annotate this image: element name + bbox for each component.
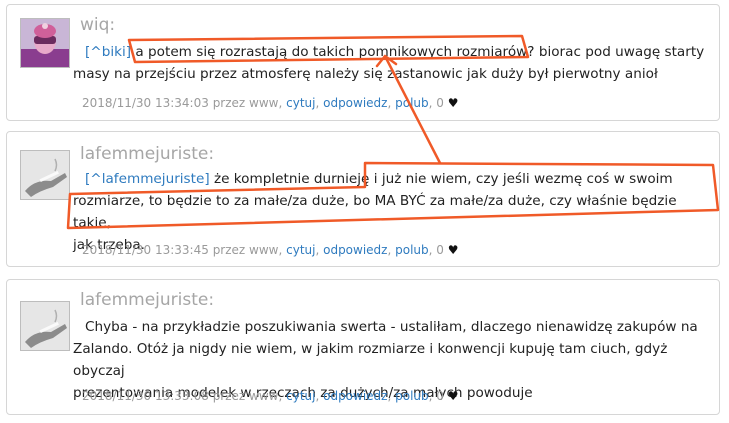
like-count: 0: [436, 96, 444, 110]
comment-text-line: masy na przejściu przez atmosferę należy…: [73, 66, 658, 82]
comment-text-line: a potem się rozrastają do takich pomniko…: [135, 44, 705, 60]
timestamp: 2018/11/30 13:33:45 przez www,: [82, 243, 283, 257]
reply-link[interactable]: odpowiedz: [323, 243, 387, 257]
reply-link[interactable]: odpowiedz: [323, 389, 387, 403]
comment-text-line: Chyba - na przykładzie poszukiwania swer…: [85, 319, 698, 335]
comment-meta: 2018/11/30 13:34:03 przez www, cytuj, od…: [82, 96, 459, 110]
avatar[interactable]: [20, 301, 70, 351]
like-count: 0: [436, 243, 444, 257]
heart-icon: ♥: [447, 96, 459, 110]
timestamp: 2018/11/30 13:33:08 przez www,: [82, 389, 283, 403]
reply-link[interactable]: odpowiedz: [323, 96, 387, 110]
quote-link[interactable]: cytuj: [286, 243, 315, 257]
comment-card-1: wiq: [^biki] a potem się rozrastają do t…: [6, 4, 720, 121]
comment-meta: 2018/11/30 13:33:45 przez www, cytuj, od…: [82, 243, 459, 257]
like-link[interactable]: polub: [395, 243, 429, 257]
like-link[interactable]: polub: [395, 96, 429, 110]
user-photo-icon: [21, 302, 69, 350]
comment-meta: 2018/11/30 13:33:08 przez www, cytuj, od…: [82, 389, 459, 403]
heart-icon: ♥: [447, 243, 459, 257]
avatar[interactable]: [20, 18, 70, 68]
like-count: 0: [436, 389, 444, 403]
avatar[interactable]: [20, 150, 70, 200]
quote-link[interactable]: cytuj: [286, 96, 315, 110]
heart-icon: ♥: [447, 389, 459, 403]
comment-body: [^biki] a potem się rozrastają do takich…: [73, 41, 707, 85]
comment-card-2: lafemmejuriste: [^lafemmejuriste] że kom…: [6, 131, 720, 267]
reply-to-link[interactable]: [^biki]: [85, 44, 131, 60]
username[interactable]: lafemmejuriste:: [80, 290, 214, 310]
quote-link[interactable]: cytuj: [286, 389, 315, 403]
username[interactable]: wiq:: [80, 15, 115, 35]
comment-text-line: rozmiarze, to będzie to za małe/za duże,…: [73, 193, 677, 231]
comment-text-line: Zalando. Otóż ja nigdy nie wiem, w jakim…: [73, 341, 668, 379]
user-photo-icon: [21, 19, 69, 67]
comment-card-3: lafemmejuriste: Chyba - na przykładzie p…: [6, 279, 720, 415]
username[interactable]: lafemmejuriste:: [80, 144, 214, 164]
timestamp: 2018/11/30 13:34:03 przez www,: [82, 96, 283, 110]
reply-to-link[interactable]: [^lafemmejuriste]: [85, 171, 210, 187]
user-photo-icon: [21, 151, 69, 199]
comment-text-line: że kompletnie durnieję i już nie wiem, c…: [213, 171, 673, 187]
like-link[interactable]: polub: [395, 389, 429, 403]
